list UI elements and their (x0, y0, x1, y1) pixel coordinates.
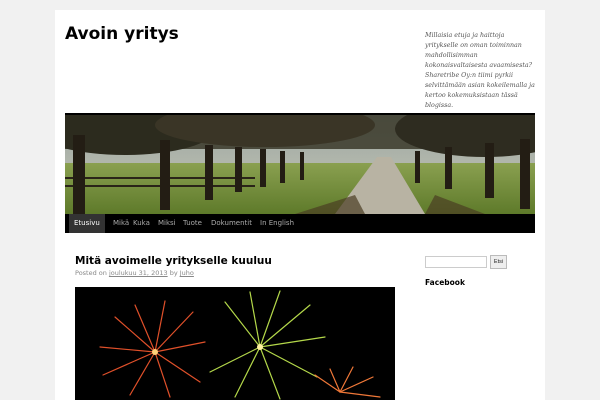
search-button[interactable]: Etsi (490, 255, 507, 269)
fireworks-image (75, 287, 395, 400)
header-image (65, 113, 535, 214)
nav-item-tuote[interactable]: Tuote (178, 214, 207, 233)
facebook-widget-title: Facebook (425, 278, 465, 287)
site-title[interactable]: Avoin yritys (65, 24, 179, 44)
nav-item-etusivu[interactable]: Etusivu (69, 214, 105, 233)
page-wrapper: Avoin yritys Millaisia etuja ja haittoja… (55, 10, 545, 400)
nav-item-miksi[interactable]: Miksi (153, 214, 181, 233)
nav-item-kuka[interactable]: Kuka (128, 214, 155, 233)
post-date-link[interactable]: joulukuu 31, 2013 (109, 269, 168, 277)
nav-item-in-english[interactable]: In English (255, 214, 299, 233)
post-title[interactable]: Mitä avoimelle yritykselle kuuluu (75, 255, 272, 267)
nav-item-dokumentit[interactable]: Dokumentit (206, 214, 257, 233)
post-author-link[interactable]: Juho (180, 269, 194, 277)
search-input[interactable] (425, 256, 487, 268)
site-description: Millaisia etuja ja haittoja yritykselle … (425, 32, 535, 109)
posted-on-label: Posted on (75, 269, 107, 277)
main-navigation: Etusivu Mikä Kuka Miksi Tuote Dokumentit… (65, 214, 535, 233)
by-label: by (169, 269, 178, 277)
post-meta: Posted on joulukuu 31, 2013 by Juho (75, 269, 194, 277)
